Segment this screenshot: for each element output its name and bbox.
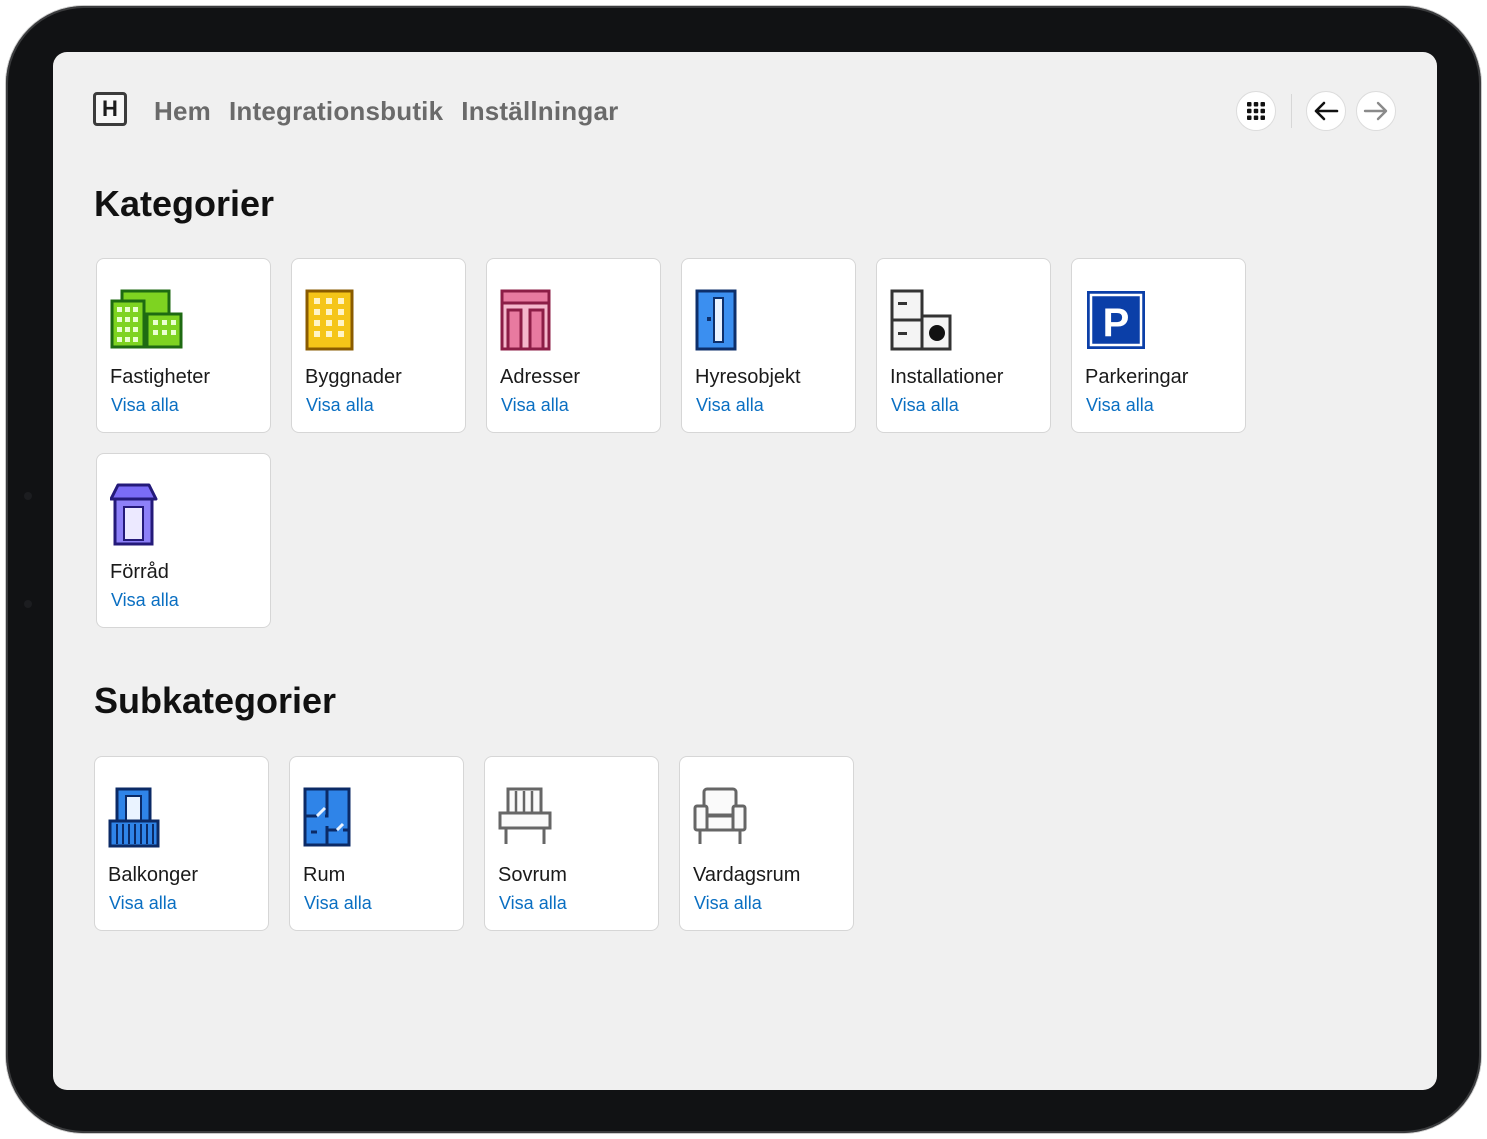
view-all-link[interactable]: Visa alla: [499, 893, 567, 914]
nav-hem[interactable]: Hem: [154, 96, 211, 127]
view-all-link[interactable]: Visa alla: [1086, 395, 1154, 416]
subcategories-grid: Balkonger Visa alla Rum Visa alla Sovrum…: [94, 756, 894, 931]
storage-icon: [110, 483, 158, 546]
view-all-link[interactable]: Visa alla: [304, 893, 372, 914]
arrow-left-icon: [1314, 101, 1339, 121]
card-label: Sovrum: [498, 864, 567, 886]
balcony-icon: [108, 787, 160, 848]
floorplan-icon: [303, 787, 351, 847]
view-all-link[interactable]: Visa alla: [111, 395, 179, 416]
view-all-link[interactable]: Visa alla: [891, 395, 959, 416]
top-bar: H Hem Integrationsbutik Inställningar: [93, 90, 1397, 134]
category-card-forrad[interactable]: Förråd Visa alla: [96, 453, 271, 628]
buildings-icon: [110, 289, 183, 349]
building-icon: [305, 289, 354, 351]
card-label: Rum: [303, 864, 346, 886]
category-card-installationer[interactable]: Installationer Visa alla: [876, 258, 1051, 433]
door-icon: [695, 289, 737, 351]
card-label: Installationer: [890, 366, 1004, 388]
categories-grid: Fastigheter Visa alla Byggnader Visa all…: [96, 258, 1266, 628]
address-icon: [500, 289, 551, 351]
card-label: Hyresobjekt: [695, 366, 801, 388]
category-card-parkeringar[interactable]: P Parkeringar Visa alla: [1071, 258, 1246, 433]
card-label: Byggnader: [305, 366, 402, 388]
forward-button[interactable]: [1356, 91, 1396, 131]
nav-installningar[interactable]: Inställningar: [461, 96, 618, 127]
category-card-hyresobjekt[interactable]: Hyresobjekt Visa alla: [681, 258, 856, 433]
card-label: Balkonger: [108, 864, 199, 886]
app-logo[interactable]: H: [93, 92, 127, 126]
card-label: Adresser: [500, 366, 581, 388]
parking-icon: P: [1087, 291, 1145, 349]
card-label: Parkeringar: [1085, 366, 1189, 388]
camera-dot: [24, 492, 32, 500]
svg-text:P: P: [1103, 301, 1130, 345]
subcategory-card-rum[interactable]: Rum Visa alla: [289, 756, 464, 931]
card-label: Fastigheter: [110, 366, 211, 388]
card-label: Förråd: [110, 561, 169, 583]
categories-heading: Kategorier: [94, 183, 275, 224]
view-all-link[interactable]: Visa alla: [501, 395, 569, 416]
grid-icon: [1247, 102, 1265, 120]
subcategory-card-vardagsrum[interactable]: Vardagsrum Visa alla: [679, 756, 854, 931]
back-button[interactable]: [1306, 91, 1346, 131]
sensor-dot: [24, 600, 32, 608]
toolbar-divider: [1291, 94, 1292, 128]
app-screen: H Hem Integrationsbutik Inställningar Ka…: [53, 52, 1437, 1090]
view-all-link[interactable]: Visa alla: [109, 893, 177, 914]
apps-grid-button[interactable]: [1236, 91, 1276, 131]
card-label: Vardagsrum: [693, 864, 801, 886]
view-all-link[interactable]: Visa alla: [696, 395, 764, 416]
main-nav: Hem Integrationsbutik Inställningar: [154, 96, 618, 127]
category-card-adresser[interactable]: Adresser Visa alla: [486, 258, 661, 433]
subcategory-card-sovrum[interactable]: Sovrum Visa alla: [484, 756, 659, 931]
view-all-link[interactable]: Visa alla: [694, 893, 762, 914]
arrow-right-icon: [1363, 101, 1388, 121]
nav-integrationsbutik[interactable]: Integrationsbutik: [229, 96, 443, 127]
installation-icon: [890, 289, 952, 351]
category-card-fastigheter[interactable]: Fastigheter Visa alla: [96, 258, 271, 433]
subcategories-heading: Subkategorier: [94, 680, 337, 721]
bed-icon: [498, 787, 552, 844]
view-all-link[interactable]: Visa alla: [306, 395, 374, 416]
armchair-icon: [693, 787, 747, 844]
subcategory-card-balkonger[interactable]: Balkonger Visa alla: [94, 756, 269, 931]
category-card-byggnader[interactable]: Byggnader Visa alla: [291, 258, 466, 433]
view-all-link[interactable]: Visa alla: [111, 590, 179, 611]
